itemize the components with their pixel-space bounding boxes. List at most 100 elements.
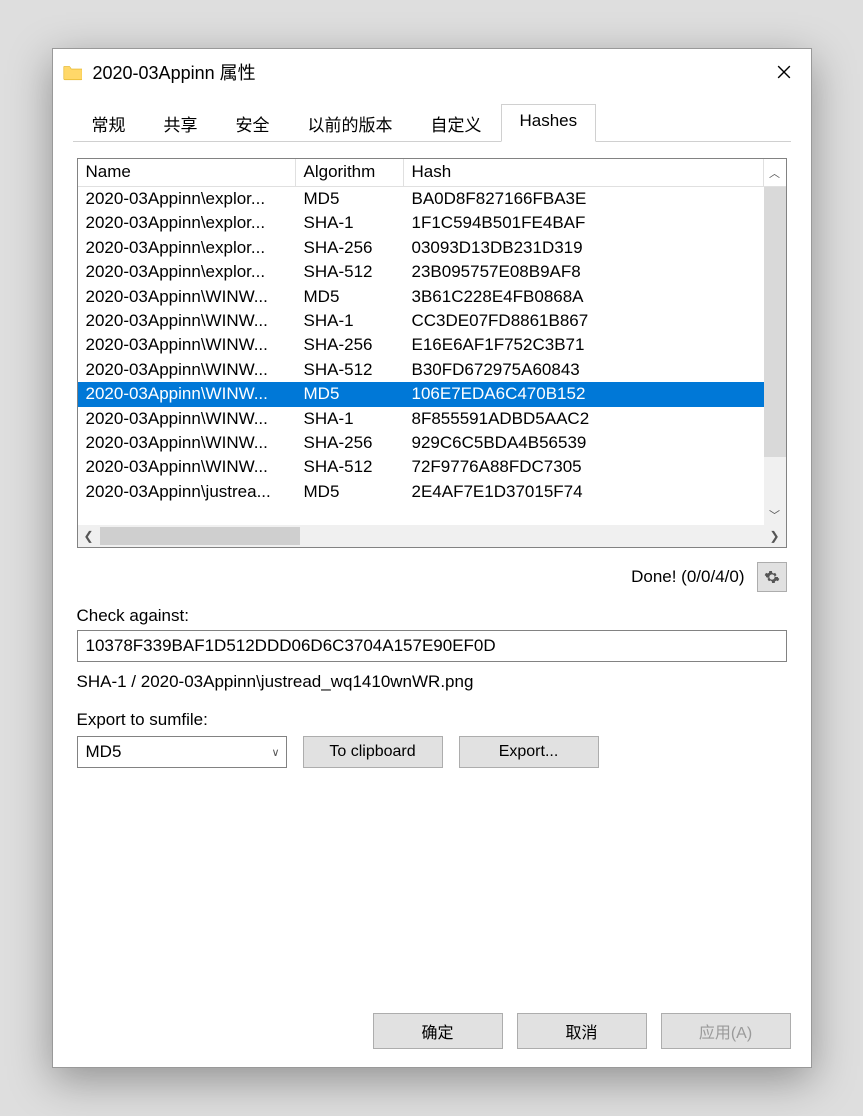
list-body: 2020-03Appinn\explor...MD5BA0D8F827166FB… — [78, 187, 786, 525]
scrollbar-thumb[interactable] — [764, 187, 786, 457]
table-row[interactable]: 2020-03Appinn\WINW...SHA-51272F9776A88FD… — [78, 455, 764, 479]
cell-algorithm: SHA-256 — [296, 236, 404, 260]
cell-hash: 72F9776A88FDC7305 — [404, 455, 764, 479]
tab-hashes[interactable]: Hashes — [501, 104, 597, 142]
cell-algorithm: SHA-1 — [296, 407, 404, 431]
list-rows: 2020-03Appinn\explor...MD5BA0D8F827166FB… — [78, 187, 764, 525]
cell-hash: 8F855591ADBD5AAC2 — [404, 407, 764, 431]
dialog-footer: 确定 取消 应用(A) — [53, 1001, 811, 1067]
hscroll-track[interactable] — [100, 525, 764, 547]
chevron-down-icon: ∨ — [271, 746, 279, 759]
titlebar: 2020-03Appinn 属性 — [53, 49, 811, 95]
apply-button: 应用(A) — [661, 1013, 791, 1049]
export-button[interactable]: Export... — [459, 736, 599, 768]
cell-name: 2020-03Appinn\WINW... — [78, 407, 296, 431]
cell-name: 2020-03Appinn\explor... — [78, 187, 296, 211]
cell-algorithm: MD5 — [296, 480, 404, 504]
cell-name: 2020-03Appinn\explor... — [78, 260, 296, 284]
close-icon — [777, 65, 791, 79]
scroll-left-arrow-icon[interactable]: ❮ — [78, 529, 100, 543]
export-label: Export to sumfile: — [77, 710, 787, 730]
list-header: Name Algorithm Hash ︿ — [78, 159, 786, 187]
tab-general[interactable]: 常规 — [73, 104, 145, 142]
table-row[interactable]: 2020-03Appinn\WINW...SHA-256E16E6AF1F752… — [78, 333, 764, 357]
tab-sharing[interactable]: 共享 — [145, 104, 217, 142]
cancel-button[interactable]: 取消 — [517, 1013, 647, 1049]
cell-hash: 1F1C594B501FE4BAF — [404, 211, 764, 235]
table-row[interactable]: 2020-03Appinn\explor...SHA-11F1C594B501F… — [78, 211, 764, 235]
scroll-down-arrow-icon[interactable]: ﹀ — [764, 507, 786, 523]
scroll-right-arrow-icon[interactable]: ❯ — [764, 529, 786, 543]
scroll-up-arrow-icon[interactable]: ︿ — [764, 159, 786, 186]
cell-hash: 106E7EDA6C470B152 — [404, 382, 764, 406]
table-row[interactable]: 2020-03Appinn\WINW...MD5106E7EDA6C470B15… — [78, 382, 764, 406]
cell-name: 2020-03Appinn\WINW... — [78, 431, 296, 455]
cell-hash: 03093D13DB231D319 — [404, 236, 764, 260]
cell-hash: 23B095757E08B9AF8 — [404, 260, 764, 284]
folder-icon — [63, 64, 83, 80]
table-row[interactable]: 2020-03Appinn\explor...MD5BA0D8F827166FB… — [78, 187, 764, 211]
table-row[interactable]: 2020-03Appinn\justrea...MD52E4AF7E1D3701… — [78, 480, 764, 504]
cell-algorithm: SHA-512 — [296, 260, 404, 284]
window-title: 2020-03Appinn 属性 — [93, 59, 761, 85]
status-row: Done! (0/0/4/0) — [77, 562, 787, 592]
tab-strip: 常规 共享 安全 以前的版本 自定义 Hashes — [73, 103, 791, 142]
cell-algorithm: SHA-1 — [296, 309, 404, 333]
cell-hash: 929C6C5BDA4B56539 — [404, 431, 764, 455]
cell-algorithm: MD5 — [296, 382, 404, 406]
tab-security[interactable]: 安全 — [217, 104, 289, 142]
cell-name: 2020-03Appinn\justrea... — [78, 480, 296, 504]
tab-previous[interactable]: 以前的版本 — [289, 104, 412, 142]
hscroll-thumb[interactable] — [100, 527, 300, 545]
cell-hash: 2E4AF7E1D37015F74 — [404, 480, 764, 504]
horizontal-scrollbar[interactable]: ❮ ❯ — [78, 525, 786, 547]
export-algorithm-select[interactable]: MD5 ∨ — [77, 736, 287, 768]
vertical-scrollbar[interactable]: ﹀ — [764, 187, 786, 525]
cell-name: 2020-03Appinn\WINW... — [78, 285, 296, 309]
check-against-label: Check against: — [77, 606, 787, 626]
hash-list[interactable]: Name Algorithm Hash ︿ 2020-03Appinn\expl… — [77, 158, 787, 548]
to-clipboard-button[interactable]: To clipboard — [303, 736, 443, 768]
cell-algorithm: SHA-256 — [296, 333, 404, 357]
cell-name: 2020-03Appinn\WINW... — [78, 309, 296, 333]
table-row[interactable]: 2020-03Appinn\explor...SHA-51223B095757E… — [78, 260, 764, 284]
cell-hash: 3B61C228E4FB0868A — [404, 285, 764, 309]
table-row[interactable]: 2020-03Appinn\WINW...SHA-256929C6C5BDA4B… — [78, 431, 764, 455]
cell-hash: E16E6AF1F752C3B71 — [404, 333, 764, 357]
content-area: 常规 共享 安全 以前的版本 自定义 Hashes Name Algorithm… — [53, 95, 811, 1001]
table-row[interactable]: 2020-03Appinn\WINW...MD53B61C228E4FB0868… — [78, 285, 764, 309]
cell-algorithm: SHA-256 — [296, 431, 404, 455]
cell-name: 2020-03Appinn\explor... — [78, 236, 296, 260]
cell-name: 2020-03Appinn\WINW... — [78, 382, 296, 406]
gear-icon — [764, 569, 780, 585]
header-name[interactable]: Name — [78, 159, 296, 186]
header-algorithm[interactable]: Algorithm — [296, 159, 404, 186]
table-row[interactable]: 2020-03Appinn\WINW...SHA-18F855591ADBD5A… — [78, 407, 764, 431]
cell-name: 2020-03Appinn\WINW... — [78, 455, 296, 479]
export-algorithm-value: MD5 — [86, 742, 122, 762]
table-row[interactable]: 2020-03Appinn\explor...SHA-25603093D13DB… — [78, 236, 764, 260]
cell-name: 2020-03Appinn\explor... — [78, 211, 296, 235]
cell-algorithm: SHA-512 — [296, 455, 404, 479]
cell-hash: B30FD672975A60843 — [404, 358, 764, 382]
table-row[interactable]: 2020-03Appinn\WINW...SHA-512B30FD672975A… — [78, 358, 764, 382]
hashes-pane: Name Algorithm Hash ︿ 2020-03Appinn\expl… — [73, 142, 791, 983]
export-row: MD5 ∨ To clipboard Export... — [77, 736, 787, 768]
cell-algorithm: MD5 — [296, 187, 404, 211]
cell-algorithm: SHA-512 — [296, 358, 404, 382]
ok-button[interactable]: 确定 — [373, 1013, 503, 1049]
cell-algorithm: MD5 — [296, 285, 404, 309]
cell-hash: CC3DE07FD8861B867 — [404, 309, 764, 333]
header-hash[interactable]: Hash — [404, 159, 764, 186]
cell-hash: BA0D8F827166FBA3E — [404, 187, 764, 211]
check-result-text: SHA-1 / 2020-03Appinn\justread_wq1410wnW… — [77, 672, 787, 692]
close-button[interactable] — [761, 49, 807, 95]
status-text: Done! (0/0/4/0) — [631, 567, 744, 587]
check-against-input[interactable] — [77, 630, 787, 662]
settings-button[interactable] — [757, 562, 787, 592]
cell-name: 2020-03Appinn\WINW... — [78, 333, 296, 357]
cell-algorithm: SHA-1 — [296, 211, 404, 235]
properties-dialog: 2020-03Appinn 属性 常规 共享 安全 以前的版本 自定义 Hash… — [52, 48, 812, 1068]
tab-custom[interactable]: 自定义 — [412, 104, 501, 142]
table-row[interactable]: 2020-03Appinn\WINW...SHA-1CC3DE07FD8861B… — [78, 309, 764, 333]
